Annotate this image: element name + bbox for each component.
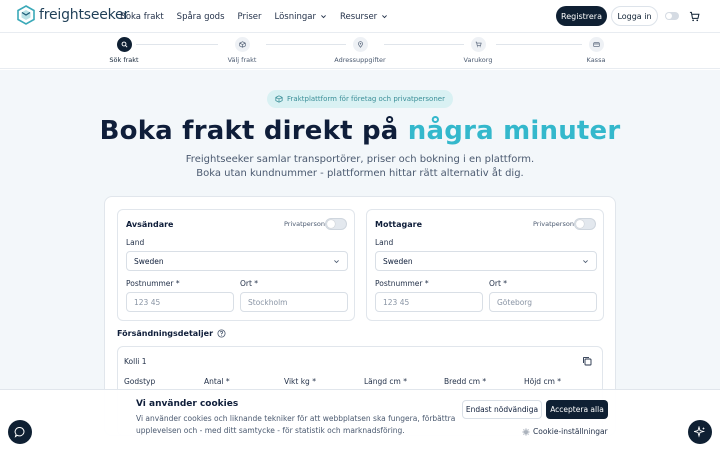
cookie-text: Vi använder cookies och liknande teknike… (136, 414, 456, 435)
card-icon (592, 42, 600, 47)
nav-label: Priser (237, 11, 262, 22)
column-label-hojd: Höjd cm * (524, 377, 562, 386)
login-button[interactable]: Logga in (611, 6, 658, 26)
sender-city-input[interactable]: Stockholm (240, 292, 348, 312)
map-pin-icon (357, 41, 363, 48)
select-value: Sweden (383, 256, 413, 266)
step-kassa[interactable]: Kassa (556, 37, 636, 64)
subtitle-line: Boka utan kundnummer - plattformen hitta… (196, 168, 524, 179)
private-label: Privatperson (284, 220, 325, 228)
cart-icon (475, 41, 482, 48)
chevron-down-icon (334, 260, 339, 264)
chat-bubble-icon (14, 427, 25, 438)
postal-label: Postnummer * (375, 279, 429, 288)
help-icon[interactable] (217, 329, 226, 338)
step-circle (588, 37, 604, 52)
cookie-settings-label: Cookie-inställningar (533, 427, 608, 436)
step-label: Sök frakt (109, 56, 139, 64)
chevron-down-icon (583, 260, 588, 264)
booking-steps: Sök frakt Välj frakt Adressuppgifter Var… (0, 33, 720, 69)
column-label-antal: Antal * (204, 377, 230, 386)
step-label: Varukorg (463, 56, 493, 64)
column-label-langd: Längd cm * (364, 377, 407, 386)
column-label-godstyp: Godstyp (124, 377, 156, 386)
receiver-city-input[interactable]: Göteborg (489, 292, 597, 312)
hero-subtitle: Freightseeker samlar transportörer, pris… (0, 153, 720, 181)
title-main: Boka frakt direkt på (99, 116, 408, 146)
column-label-vikt: Vikt kg * (284, 377, 316, 386)
nav-losningar[interactable]: Lösningar (275, 12, 327, 22)
sender-private-toggle[interactable] (325, 218, 347, 230)
cookie-banner: Vi använder cookies Vi använder cookies … (0, 389, 720, 450)
gear-icon (522, 428, 530, 435)
chevron-down-icon (321, 15, 326, 19)
page-title: Boka frakt direkt på några minuter (0, 116, 720, 146)
nav-label: Boka frakt (120, 11, 164, 22)
box-icon (275, 95, 283, 103)
chat-button[interactable] (8, 420, 32, 444)
step-circle (234, 37, 250, 52)
top-header: freightseeker Boka frakt Spåra gods Pris… (0, 0, 720, 33)
logo-icon (17, 5, 35, 25)
postal-label: Postnummer * (126, 279, 180, 288)
nav-label: Lösningar (274, 11, 316, 22)
receiver-panel: Mottagare Privatperson Land Sweden Postn… (366, 209, 604, 321)
nav-boka-frakt[interactable]: Boka frakt (120, 12, 164, 22)
shipment-title: Försändningsdetaljer (117, 329, 226, 338)
sender-postal-input[interactable]: 123 45 (126, 292, 234, 312)
step-label: Kassa (586, 56, 606, 64)
sender-title: Avsändare (126, 220, 174, 229)
sender-panel: Avsändare Privatperson Land Sweden Postn… (117, 209, 355, 321)
nav-label: Resurser (339, 11, 378, 22)
country-label: Land (375, 238, 394, 247)
nav-label: Spåra gods (176, 11, 225, 22)
sender-country-select[interactable]: Sweden (126, 251, 348, 271)
step-adressuppgifter[interactable]: Adressuppgifter (320, 37, 400, 64)
step-varukorg[interactable]: Varukorg (438, 37, 518, 64)
receiver-country-select[interactable]: Sweden (375, 251, 597, 271)
city-label: Ort * (240, 279, 259, 288)
step-circle (470, 37, 486, 52)
platform-pill: Fraktplattform för företag och privatper… (267, 90, 453, 108)
receiver-title: Mottagare (375, 220, 422, 229)
column-label-bredd: Bredd cm * (444, 377, 487, 386)
box-icon (238, 41, 246, 48)
country-label: Land (126, 238, 145, 247)
parcel-title: Kolli 1 (124, 357, 147, 366)
nav-resurser[interactable]: Resurser (340, 12, 388, 22)
accept-all-button[interactable]: Acceptera alla (546, 400, 608, 419)
pill-text: Fraktplattform för företag och privatper… (287, 95, 445, 103)
theme-toggle[interactable] (665, 12, 679, 20)
select-value: Sweden (134, 256, 164, 266)
step-label: Välj frakt (227, 56, 257, 64)
main-nav: Boka frakt Spåra gods Priser Lösningar R… (120, 0, 388, 33)
receiver-private-toggle[interactable] (574, 218, 596, 230)
receiver-postal-input[interactable]: 123 45 (375, 292, 483, 312)
logo[interactable]: freightseeker (16, 5, 129, 25)
copy-icon[interactable] (582, 356, 592, 366)
search-icon (121, 41, 127, 48)
step-circle (116, 37, 132, 52)
title-accent: några minuter (407, 116, 621, 146)
step-circle (352, 37, 368, 52)
nav-priser[interactable]: Priser (238, 12, 262, 22)
private-label: Privatperson (533, 220, 574, 228)
subtitle-line: Freightseeker samlar transportörer, pris… (185, 154, 535, 165)
nav-spara-gods[interactable]: Spåra gods (177, 12, 225, 22)
chevron-down-icon (382, 15, 388, 19)
city-label: Ort * (489, 279, 508, 288)
step-label: Adressuppgifter (334, 56, 386, 64)
register-button[interactable]: Registrera (556, 6, 607, 26)
step-valj-frakt[interactable]: Välj frakt (202, 37, 282, 64)
cookie-settings-link[interactable]: Cookie-inställningar (522, 427, 608, 436)
cart-icon[interactable] (689, 11, 700, 22)
logo-text: freightseeker (39, 7, 130, 23)
sparkle-icon (694, 426, 706, 438)
necessary-only-button[interactable]: Endast nödvändiga (462, 400, 542, 419)
step-sok-frakt[interactable]: Sök frakt (84, 37, 164, 64)
shipment-title-text: Försändningsdetaljer (117, 329, 214, 338)
ai-assistant-button[interactable] (688, 420, 712, 444)
cookie-title: Vi använder cookies (136, 399, 239, 409)
